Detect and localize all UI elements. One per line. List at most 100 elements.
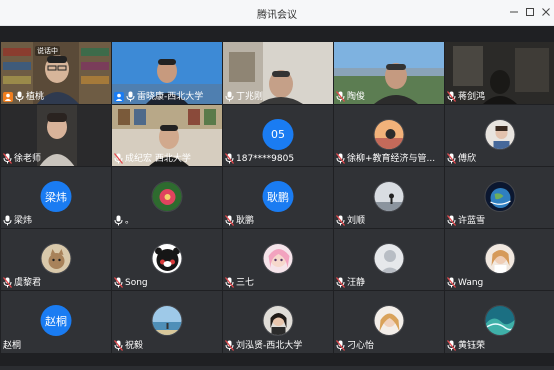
participant-name-row: Wang [447,276,483,289]
participant-name: 雷晓康-西北大学 [137,91,204,102]
avatar [262,243,294,274]
participant-name-row: 丁兆刚 [225,90,263,103]
participant-name-row: 梁炜 [3,214,32,227]
mic-muted-icon [225,153,234,164]
participant-tile[interactable]: 三七 [223,229,333,290]
minimize-icon[interactable] [506,4,522,20]
blonde-girl-photo [374,306,404,335]
window-title: 腾讯会议 [257,10,297,21]
participant-tile[interactable]: Wang [445,229,554,290]
mic-muted-icon [3,153,12,164]
avatar [373,243,405,274]
person-icon [114,91,124,102]
mic-muted-icon [336,340,345,351]
participant-tile[interactable]: 05 187****9805 [223,105,333,166]
participant-tile[interactable]: 成纪宏 西北大学 [112,105,222,166]
participant-tile[interactable]: 徐柳+教育经济与管... [334,105,444,166]
participant-name-row: 雷晓康-西北大学 [114,90,203,103]
participant-tile[interactable]: 。 [112,167,222,228]
participant-name-row: 虞黎君 [3,276,41,289]
participant-name-row: 祝毅 [114,339,143,352]
participant-name: 许蓝雪 [458,215,486,226]
participant-name-row: 植桃 [3,90,44,103]
participant-name: 傅欣 [458,153,477,164]
participant-name-row: 汪静 [336,276,365,289]
participant-name-row: 刁心怡 [336,339,374,352]
participant-tile[interactable]: 蒋剑鸿 [445,42,554,104]
title-bar: 腾讯会议 [0,0,554,26]
participant-tile[interactable]: 许蓝雪 [445,167,554,228]
participant-tile[interactable]: 丁兆刚 [223,42,333,104]
participant-name-row: 傅欣 [447,152,476,165]
participant-tile[interactable]: 黄钰荣 [445,291,554,353]
participant-name-row: 187****9805 [225,152,294,165]
mic-on-icon [225,91,234,102]
avatar [151,243,183,274]
avatar-initials: 耿鹏 [262,181,294,212]
bride-photo [485,244,515,273]
avatar [484,305,516,336]
participant-name-row: 许蓝雪 [447,214,485,227]
participant-tile[interactable]: 耿鹏 耿鹏 [223,167,333,228]
maximize-icon[interactable] [522,4,538,20]
participant-name: 187****9805 [236,153,295,164]
participant-name: 刘顺 [347,215,366,226]
participant-tile[interactable]: Song [112,229,222,290]
participant-name: 陶俊 [347,91,366,102]
mic-muted-icon [447,340,456,351]
avatar-initials: 05 [262,119,294,150]
mic-muted-icon [447,91,456,102]
participant-name: 丁兆刚 [236,91,264,102]
speaking-indicator: 说话中 [35,46,60,56]
participant-name: 汪静 [347,277,366,288]
participant-name: 成纪宏 西北大学 [125,153,191,164]
participant-tile[interactable]: 赵桐 赵桐 [1,291,111,353]
mic-on-icon [126,91,135,102]
avatar [484,181,516,212]
avatar [484,119,516,150]
participant-name-row: 赵桐 [3,339,21,352]
participant-name-row: 刘泓贤-西北大学 [225,339,302,352]
participant-tile[interactable]: 刘泓贤-西北大学 [223,291,333,353]
silhouette-photo [374,182,404,211]
participant-tile[interactable]: 说话中植桃 [1,42,111,104]
participant-tile[interactable]: 刘顺 [334,167,444,228]
participant-name: 刘泓贤-西北大学 [236,340,303,351]
participant-tile[interactable]: 雷晓康-西北大学 [112,42,222,104]
participant-name-row: Song [114,276,148,289]
participant-tile[interactable]: 徐老师 [1,105,111,166]
mic-muted-icon [447,153,456,164]
default-person-icon [374,244,404,273]
participant-tile[interactable]: 祝毅 [112,291,222,353]
avatar [484,243,516,274]
woman-portrait-photo [263,306,293,335]
mic-muted-icon [114,277,123,288]
mic-muted-icon [225,277,234,288]
close-icon[interactable] [538,4,554,20]
participant-name: 三七 [236,277,255,288]
participant-name: 徐柳+教育经济与管... [347,153,436,164]
mic-muted-icon [336,215,345,226]
avatar [40,243,72,274]
participant-name: 祝毅 [125,340,144,351]
participant-tile[interactable]: 刁心怡 [334,291,444,353]
mic-on-icon [3,215,12,226]
mic-on-icon [114,215,123,226]
bottom-border [0,366,554,370]
participant-name: 耿鹏 [236,215,255,226]
participant-tile[interactable]: 陶俊 [334,42,444,104]
mic-muted-icon [225,215,234,226]
mic-muted-icon [225,340,234,351]
wave-photo [485,306,515,335]
participant-name: 植桃 [26,91,45,102]
flower-photo [152,182,182,211]
sea-photo [152,306,182,335]
participant-tile[interactable]: 虞黎君 [1,229,111,290]
participant-tile[interactable]: 傅欣 [445,105,554,166]
participant-name: Wang [458,277,484,288]
participant-name-row: 黄钰荣 [447,339,485,352]
participant-name: Song [125,277,148,288]
participant-tile[interactable]: 梁炜 梁炜 [1,167,111,228]
participant-tile[interactable]: 汪静 [334,229,444,290]
mic-muted-icon [114,340,123,351]
